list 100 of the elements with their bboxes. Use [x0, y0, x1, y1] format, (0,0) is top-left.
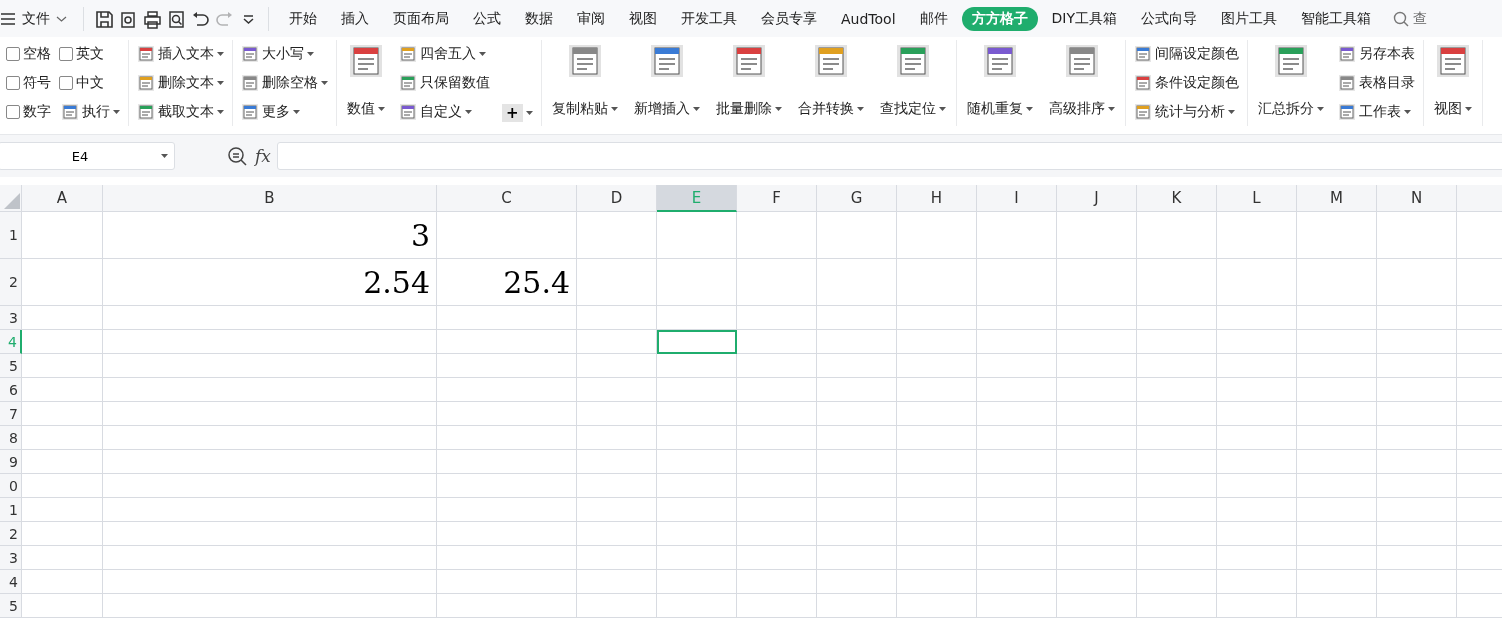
column-header[interactable]: H — [897, 185, 977, 212]
ribbon-button[interactable]: 表格目录 — [1335, 71, 1417, 95]
row-header[interactable]: 5 — [0, 594, 22, 618]
ribbon-button[interactable]: 插入文本 — [135, 42, 226, 66]
column-header[interactable]: A — [22, 185, 103, 212]
ribbon-button[interactable]: 数值 — [343, 40, 389, 124]
caret-icon — [378, 107, 385, 111]
ribbon-tab[interactable]: 公式 — [463, 6, 511, 31]
ribbon-tab[interactable]: DIY工具箱 — [1041, 6, 1127, 31]
ribbon-button[interactable]: 删除空格 — [239, 71, 330, 95]
row-header[interactable]: 6 — [0, 378, 22, 402]
row-header[interactable]: 4 — [0, 570, 22, 594]
row-header[interactable]: 2 — [0, 522, 22, 546]
row-header[interactable]: 7 — [0, 402, 22, 426]
checkbox[interactable] — [59, 47, 73, 61]
ribbon-tab[interactable]: 数据 — [515, 6, 563, 31]
column-header[interactable]: G — [817, 185, 897, 212]
ribbon-button[interactable]: 删除文本 — [135, 71, 226, 95]
ribbon-tab[interactable]: 页面布局 — [383, 6, 459, 31]
ribbon-button[interactable]: 复制粘贴 — [547, 40, 622, 124]
ribbon-button[interactable]: 高级排序 — [1044, 40, 1119, 124]
ribbon-tab[interactable]: AudTool — [831, 7, 906, 30]
sheet-icon — [1435, 44, 1470, 78]
checkbox-label: 空格 — [23, 45, 51, 63]
column-header[interactable]: L — [1217, 185, 1297, 212]
ribbon-button[interactable]: 截取文本 — [135, 100, 226, 124]
row-header[interactable]: 5 — [0, 354, 22, 378]
ribbon-tab[interactable]: 邮件 — [909, 6, 958, 31]
checkbox[interactable] — [6, 76, 20, 90]
row-header[interactable]: 8 — [0, 426, 22, 450]
checkbox[interactable] — [6, 47, 20, 61]
column-header[interactable]: D — [577, 185, 657, 212]
ribbon-tab[interactable]: 会员专享 — [751, 6, 827, 31]
column-header[interactable]: J — [1057, 185, 1137, 212]
ribbon-tab[interactable]: 审阅 — [567, 6, 615, 31]
search-icon — [1393, 10, 1409, 27]
ribbon-button[interactable]: 四舍五入 — [397, 42, 492, 66]
add-button[interactable]: + — [500, 102, 535, 124]
formula-input[interactable] — [276, 142, 1502, 170]
row-header[interactable]: 1 — [0, 212, 22, 259]
checkbox-label: 英文 — [76, 45, 104, 63]
column-header[interactable]: N — [1377, 185, 1457, 212]
column-header[interactable]: F — [737, 185, 817, 212]
ribbon-tab[interactable]: 开始 — [279, 6, 327, 31]
row-header[interactable]: 2 — [0, 259, 22, 306]
ribbon-button[interactable]: 条件设定颜色 — [1131, 71, 1241, 95]
checkbox-label: 数字 — [23, 103, 51, 121]
ribbon-button[interactable]: 视图 — [1429, 40, 1476, 124]
ribbon-tab[interactable]: 图片工具 — [1211, 6, 1287, 31]
ribbon-tab[interactable]: 插入 — [331, 6, 379, 31]
ribbon-tab[interactable]: 视图 — [619, 6, 667, 31]
file-menu[interactable]: 文件 — [0, 9, 75, 28]
caret-icon — [692, 107, 700, 111]
caret-icon — [1107, 107, 1115, 111]
zoom-icon[interactable] — [227, 146, 247, 166]
name-box[interactable]: E4 — [0, 142, 175, 170]
ribbon-button[interactable]: 合并转换 — [793, 40, 868, 124]
sheet-icon — [649, 44, 684, 78]
ribbon-tab[interactable]: 公式向导 — [1131, 6, 1207, 31]
sheet-icon — [137, 45, 155, 63]
sheet-icon — [1133, 74, 1152, 92]
ribbon-button[interactable]: 汇总拆分 — [1253, 40, 1328, 124]
ribbon-button[interactable]: 另存本表 — [1335, 42, 1417, 66]
ribbon-button[interactable]: 大小写 — [239, 42, 330, 66]
active-cell[interactable] — [657, 330, 737, 354]
ribbon-tab[interactable]: 智能工具箱 — [1291, 6, 1381, 31]
ribbon-button[interactable]: 更多 — [239, 100, 330, 124]
menu-icon — [0, 11, 16, 26]
caret-icon — [1403, 110, 1411, 114]
table-cell: 3 — [103, 212, 437, 259]
column-header[interactable]: M — [1297, 185, 1377, 212]
sheet-icon — [1133, 45, 1152, 63]
ribbon-button[interactable]: 统计与分析 — [1131, 100, 1241, 124]
ribbon-button[interactable]: 只保留数值 — [397, 71, 492, 95]
column-header[interactable]: B — [103, 185, 437, 212]
ribbon-button[interactable]: 随机重复 — [962, 40, 1037, 124]
row-header[interactable]: 3 — [0, 546, 22, 570]
column-header[interactable]: C — [437, 185, 577, 212]
ribbon-button[interactable]: 新增插入 — [629, 40, 704, 124]
ribbon-tab[interactable]: 开发工具 — [671, 6, 747, 31]
column-header[interactable]: K — [1137, 185, 1217, 212]
ribbon-button[interactable]: 自定义 — [397, 100, 492, 124]
search-label[interactable]: 查 — [1413, 9, 1427, 28]
caret-icon — [307, 52, 314, 56]
checkbox[interactable] — [59, 76, 73, 90]
sheet-icon — [1133, 103, 1152, 121]
ribbon-button[interactable]: 批量删除 — [711, 40, 786, 124]
row-header[interactable]: 3 — [0, 306, 22, 330]
ribbon-button[interactable]: 间隔设定颜色 — [1131, 42, 1241, 66]
sheet-icon — [1273, 44, 1308, 78]
row-header[interactable]: 0 — [0, 474, 22, 498]
ribbon-button[interactable]: 查找定位 — [875, 40, 950, 124]
caret-icon — [217, 110, 224, 114]
checkbox[interactable] — [6, 105, 20, 119]
ribbon-button[interactable]: 执行 — [59, 100, 122, 124]
column-header[interactable]: I — [977, 185, 1057, 212]
function-label[interactable]: fx — [255, 146, 271, 166]
row-header[interactable]: 1 — [0, 498, 22, 522]
row-header[interactable]: 9 — [0, 450, 22, 474]
ribbon-button[interactable]: 工作表 — [1335, 100, 1417, 124]
